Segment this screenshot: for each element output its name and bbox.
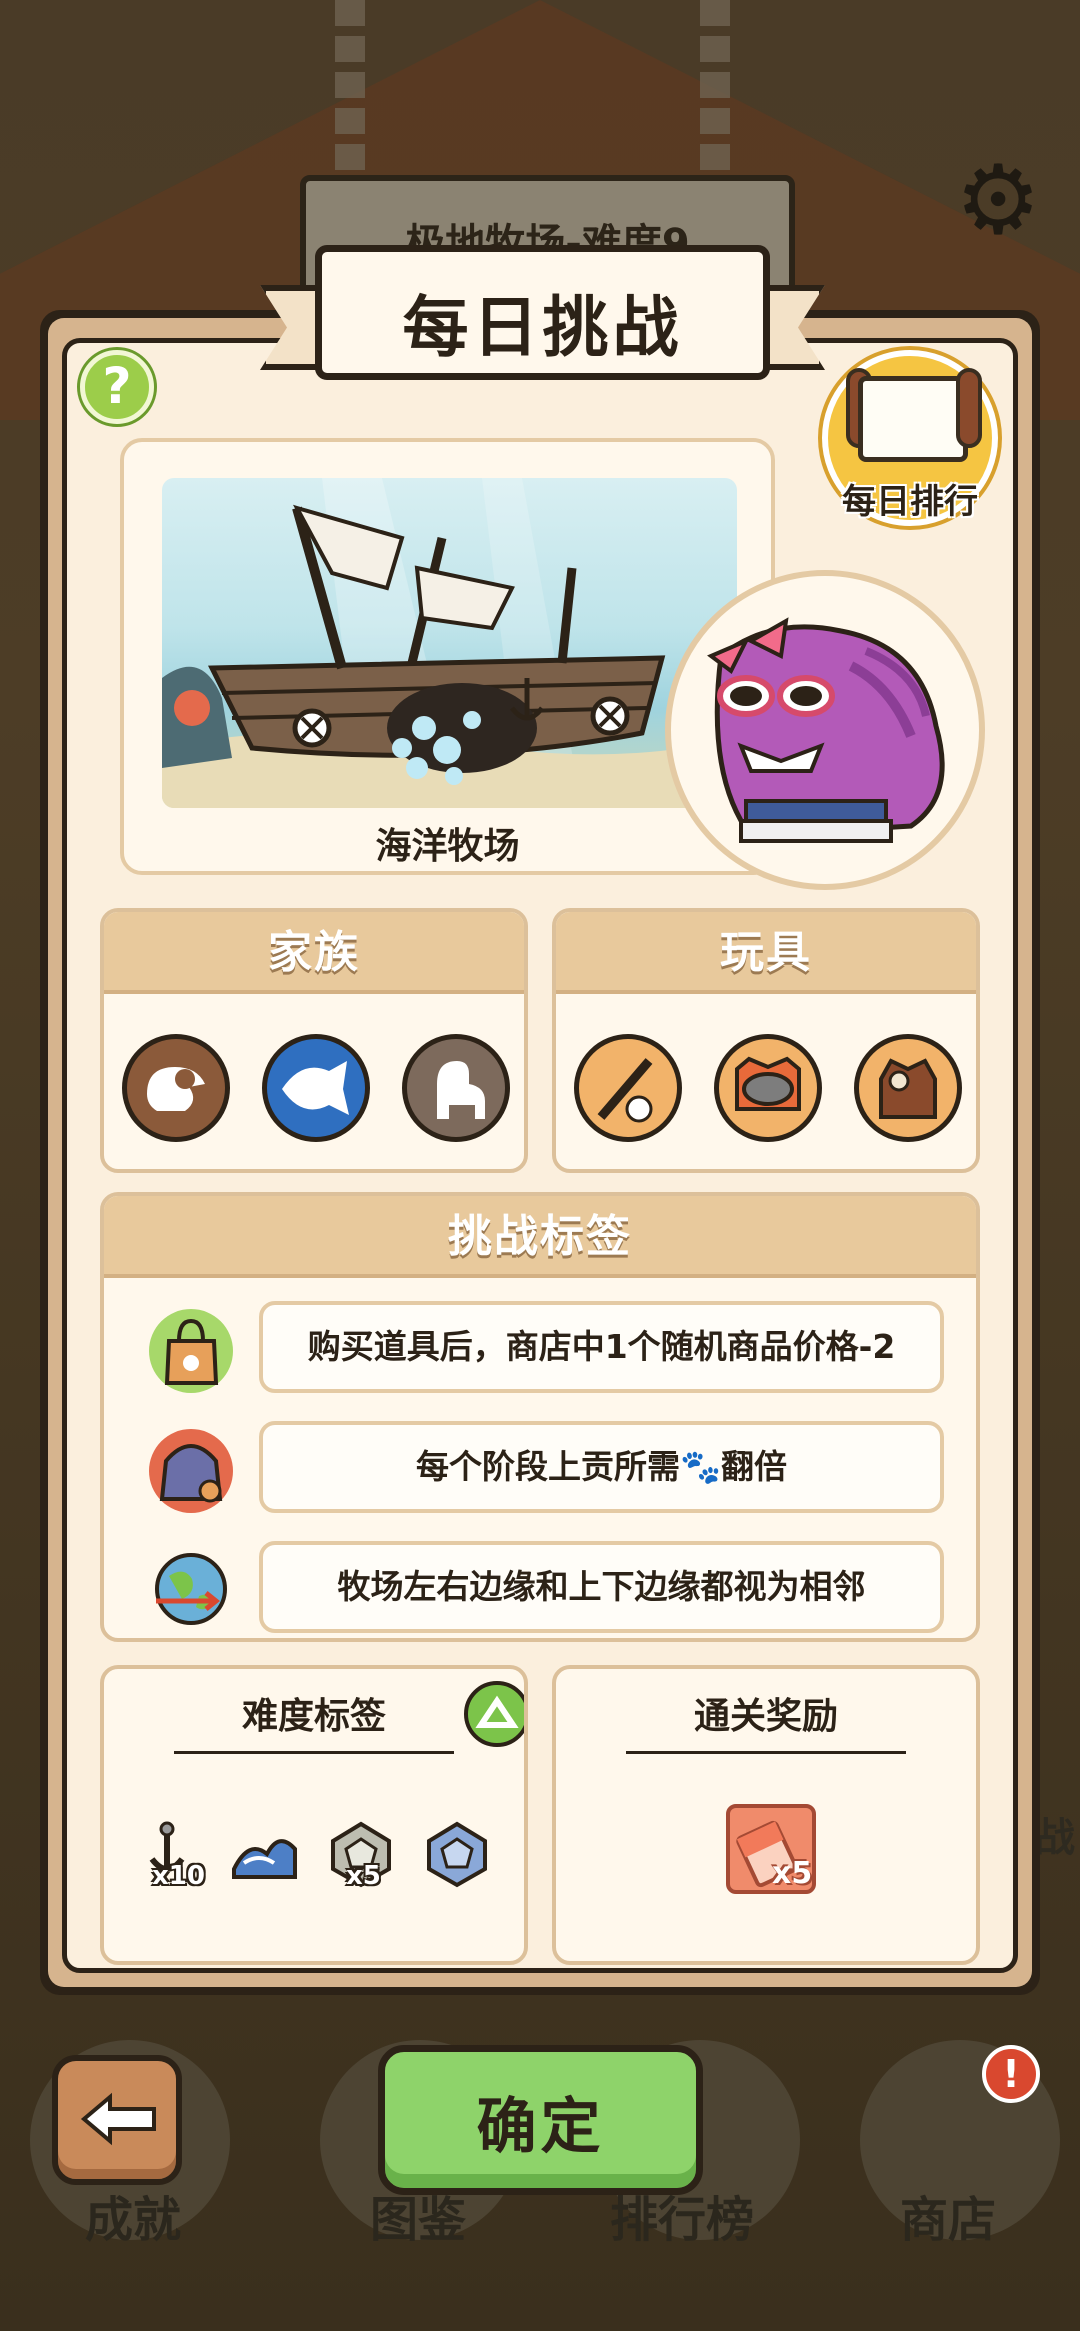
side-label: 战 xyxy=(1035,1815,1075,1861)
rewards-divider xyxy=(626,1751,906,1754)
help-button[interactable]: ? xyxy=(80,350,154,424)
confirm-label: 确定 xyxy=(476,2092,605,2162)
sign-chain-left xyxy=(335,0,365,190)
challenge-tag-row: 每个阶段上贡所需🐾翻倍 xyxy=(144,1421,976,1513)
difficulty-tags-section: 难度标签 x10 x5 xyxy=(100,1665,528,1965)
family-section: 家族 xyxy=(100,908,528,1173)
family-heading: 家族 xyxy=(104,912,524,994)
back-button[interactable] xyxy=(52,2055,182,2185)
dialog-title: 每日挑战 xyxy=(402,289,683,366)
toys-heading: 玩具 xyxy=(556,912,976,994)
tribute-sack-icon xyxy=(144,1421,239,1516)
sign-chain-right xyxy=(700,0,730,190)
dice-count: x5 xyxy=(346,1861,381,1891)
difficulty-tags-heading: 难度标签 xyxy=(241,1696,386,1737)
reward-count: x5 xyxy=(772,1856,813,1891)
difficulty-up-icon xyxy=(464,1681,524,1747)
wave-icon xyxy=(229,1819,299,1899)
challenge-tag-row: 牧场左右边缘和上下边缘都视为相邻 xyxy=(144,1541,976,1633)
bag-toy-icon[interactable] xyxy=(854,1034,962,1142)
challenge-tag-text: 购买道具后，商店中1个随机商品价格-2 xyxy=(259,1301,944,1393)
toys-section: 玩具 xyxy=(552,908,980,1173)
anchor-icon: x10 xyxy=(132,1819,205,1899)
confirm-button[interactable]: 确定 xyxy=(378,2045,703,2195)
title-banner: 每日挑战 xyxy=(315,245,770,380)
eraser-icon: x5 xyxy=(726,1804,816,1894)
shopping-bag-icon xyxy=(144,1301,239,1396)
fish-family-icon[interactable] xyxy=(262,1034,370,1142)
notification-badge: ! xyxy=(982,2045,1040,2103)
chicken-family-icon[interactable] xyxy=(122,1034,230,1142)
daily-rank-label: 每日排行 xyxy=(842,482,978,522)
globe-wrap-icon xyxy=(144,1541,239,1636)
gear-icon[interactable]: ⚙ xyxy=(948,150,1048,250)
nav-achievements[interactable]: 成就 xyxy=(85,2180,181,2250)
scroll-roll-right xyxy=(956,368,982,448)
alpaca-family-icon[interactable] xyxy=(402,1034,510,1142)
question-icon: ? xyxy=(102,357,132,415)
challenge-tag-row: 购买道具后，商店中1个随机商品价格-2 xyxy=(144,1301,976,1393)
daily-rank-button[interactable]: 每日排行 xyxy=(822,350,998,526)
anchor-count: x10 xyxy=(152,1861,205,1891)
back-arrow-icon xyxy=(80,2092,156,2146)
blue-dice-icon xyxy=(422,1819,492,1899)
challenge-tags-section: 挑战标签 购买道具后，商店中1个随机商品价格-2 每个阶段上贡所需🐾翻倍 牧场左… xyxy=(100,1192,980,1642)
challenge-tag-text: 牧场左右边缘和上下边缘都视为相邻 xyxy=(259,1541,944,1633)
challenge-tags-heading: 挑战标签 xyxy=(104,1196,976,1278)
difficulty-divider xyxy=(174,1751,454,1754)
stick-toy-icon[interactable] xyxy=(574,1034,682,1142)
dice-icon: x5 xyxy=(326,1819,396,1899)
boss-portrait xyxy=(665,570,985,890)
rewards-heading: 通关奖励 xyxy=(693,1696,838,1737)
bowl-toy-icon[interactable] xyxy=(714,1034,822,1142)
scroll-icon xyxy=(858,376,968,462)
shipwreck-map-image xyxy=(162,478,737,808)
nav-shop[interactable]: 商店 xyxy=(900,2180,996,2250)
challenge-tag-text: 每个阶段上贡所需🐾翻倍 xyxy=(259,1421,944,1513)
rewards-section: 通关奖励 x5 xyxy=(552,1665,980,1965)
